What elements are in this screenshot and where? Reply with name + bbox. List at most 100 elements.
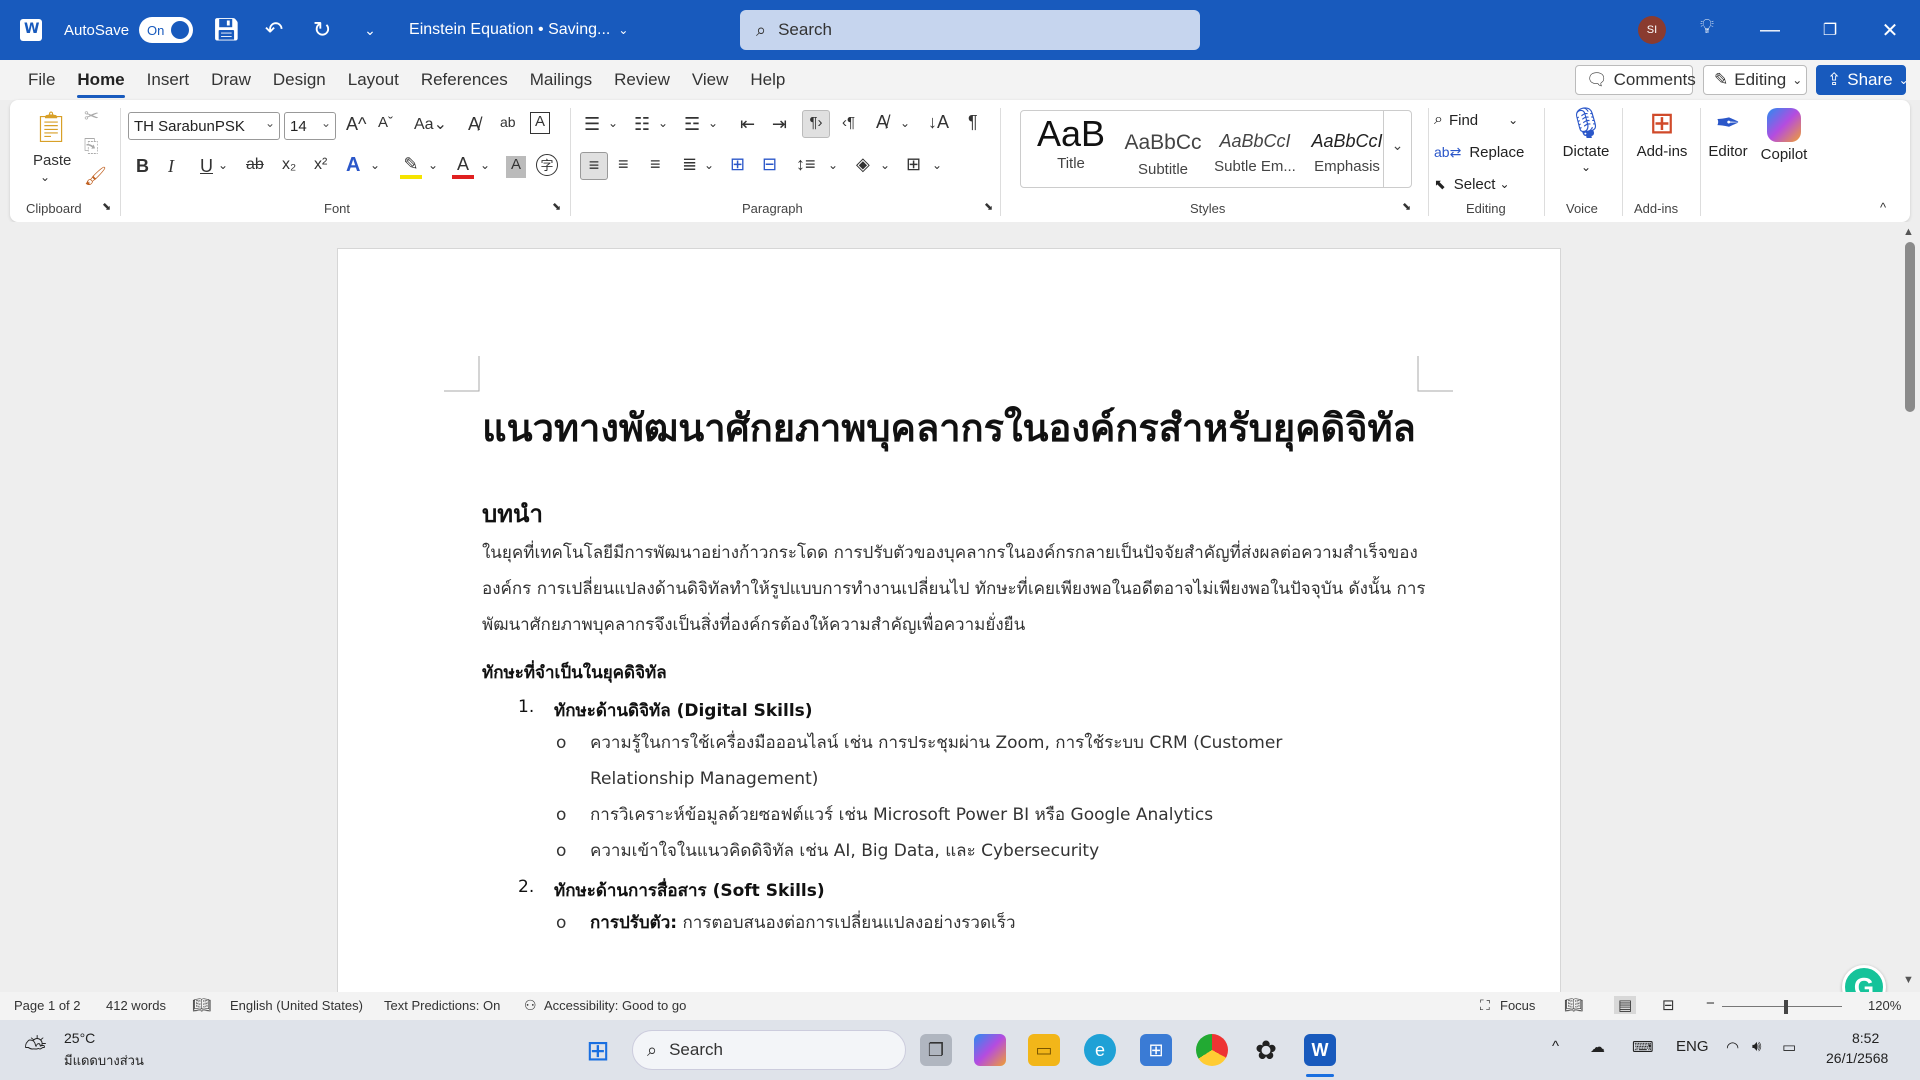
volume-icon[interactable]: 🔊︎	[1752, 1038, 1761, 1055]
shrink-font-icon[interactable]: Aˇ	[378, 114, 393, 131]
chevron-down-icon[interactable]: ⌄	[708, 116, 718, 130]
show-formatting-icon[interactable]: ¶	[968, 112, 978, 133]
tab-insert[interactable]: Insert	[147, 64, 190, 96]
list-item[interactable]: o ความเข้าใจในแนวคิดดิจิทัล เช่น AI, Big…	[556, 833, 1099, 869]
chevron-down-icon[interactable]: ⌄	[900, 116, 910, 130]
chevron-down-icon[interactable]: ⌄	[608, 116, 618, 130]
chevron-down-icon[interactable]: ⌄	[932, 158, 942, 172]
enclose-characters-icon[interactable]: 字	[536, 154, 558, 176]
tab-references[interactable]: References	[421, 64, 508, 96]
tab-design[interactable]: Design	[273, 64, 326, 96]
sort-icon[interactable]: ↓A	[928, 112, 949, 133]
cut-icon[interactable]: ✂	[84, 106, 99, 127]
replace-button[interactable]: ab⇄ Replace	[1434, 138, 1534, 166]
list-item[interactable]: o การวิเคราะห์ข้อมูลด้วยซอฟต์แวร์ เช่น M…	[556, 797, 1213, 833]
file-explorer-icon[interactable]: ▭	[1028, 1034, 1060, 1066]
battery-icon[interactable]: ▭	[1782, 1038, 1796, 1056]
taskbar-search[interactable]: ⌕ Search	[632, 1030, 906, 1070]
proofing-icon[interactable]: 📖︎	[192, 996, 211, 1014]
autosave-toggle[interactable]: On	[139, 17, 194, 43]
store-icon[interactable]: ⊞	[1140, 1034, 1172, 1066]
skills-heading[interactable]: ทักษะที่จำเป็นในยุคดิจิทัล	[482, 659, 667, 686]
font-size-box[interactable]: 14 ⌄	[284, 112, 336, 140]
word-taskbar-icon[interactable]: W	[1304, 1034, 1336, 1066]
keyboard-icon[interactable]: ⌨	[1632, 1038, 1654, 1056]
restore-button[interactable]: ❐	[1800, 0, 1860, 60]
align-left-icon[interactable]: ≡	[580, 152, 608, 180]
bold-icon[interactable]: B	[136, 156, 149, 177]
accessibility-status[interactable]: Accessibility: Good to go	[544, 998, 686, 1013]
intro-paragraph[interactable]: ในยุคที่เทคโนโลยีมีการพัฒนาอย่างก้าวกระโ…	[482, 535, 1427, 643]
zoom-level[interactable]: 120%	[1868, 998, 1901, 1013]
chevron-down-icon[interactable]: ⌄	[658, 116, 668, 130]
ltr-icon[interactable]: ¶›	[802, 110, 830, 138]
tab-view[interactable]: View	[692, 64, 729, 96]
clear-formatting-icon[interactable]: A̸	[468, 114, 480, 135]
editor-button[interactable]: ✒ Editor	[1700, 106, 1756, 186]
tab-file[interactable]: File	[28, 64, 55, 96]
numbering-icon[interactable]: ☷	[634, 114, 650, 135]
onedrive-icon[interactable]: ☁	[1590, 1038, 1605, 1056]
print-layout-icon[interactable]: ▤	[1614, 996, 1637, 1014]
collapse-ribbon-icon[interactable]: ^	[1880, 200, 1886, 215]
scroll-down-icon[interactable]: ▼	[1903, 974, 1914, 986]
list-item-continuation[interactable]: Relationship Management)	[590, 761, 818, 797]
zoom-slider[interactable]	[1722, 1006, 1842, 1007]
list-item[interactable]: o การปรับตัว: การตอบสนองต่อการเปลี่ยนแปล…	[556, 905, 1016, 941]
task-view-icon[interactable]: ❐	[920, 1034, 952, 1066]
intro-heading[interactable]: บทนำ	[482, 494, 543, 533]
read-mode-icon[interactable]: 📖︎	[1564, 996, 1583, 1014]
font-name-box[interactable]: TH SarabunPSK ⌄	[128, 112, 280, 140]
input-language[interactable]: ENG	[1676, 1038, 1709, 1055]
copilot-button[interactable]: Copilot	[1754, 106, 1814, 186]
chrome-icon[interactable]	[1196, 1034, 1228, 1066]
increase-indent-icon[interactable]: ⇥	[772, 114, 787, 135]
paste-icon[interactable]: 📋︎	[32, 110, 70, 150]
copilot-taskbar-icon[interactable]	[974, 1034, 1006, 1066]
italic-icon[interactable]: I	[168, 156, 174, 177]
chevron-down-icon[interactable]: ⌄	[880, 158, 890, 172]
font-color-icon[interactable]: A	[452, 154, 474, 179]
style-subtle-emphasis[interactable]: AaBbCcI Subtle Em...	[1209, 111, 1301, 187]
lightbulb-icon[interactable]: 💡︎	[1700, 16, 1714, 39]
chevron-down-icon[interactable]: ⌄	[828, 158, 838, 172]
page-count[interactable]: Page 1 of 2	[14, 998, 81, 1013]
chatgpt-icon[interactable]: ✿	[1250, 1034, 1282, 1066]
focus-button[interactable]: Focus	[1500, 998, 1535, 1013]
chevron-down-icon[interactable]: ⌄	[370, 158, 380, 172]
grow-font-icon[interactable]: A^	[346, 114, 366, 135]
shading-icon[interactable]: ◈	[856, 154, 870, 175]
phonetic-guide-icon[interactable]: ab	[500, 114, 516, 130]
chevron-down-icon[interactable]: ⌄	[428, 158, 438, 172]
style-title[interactable]: AaB Title	[1025, 111, 1117, 187]
list-item[interactable]: o ความรู้ในการใช้เครื่องมือออนไลน์ เช่น …	[556, 725, 1282, 761]
chevron-down-icon[interactable]: ⌄	[218, 158, 228, 172]
editing-mode-button[interactable]: ✎ Editing ⌄	[1703, 65, 1807, 95]
select-button[interactable]: ⬉ Select ⌄	[1434, 170, 1534, 198]
avatar[interactable]: SI	[1638, 16, 1666, 44]
dictate-button[interactable]: 🎙︎ Dictate ⌄	[1556, 106, 1616, 196]
document-title[interactable]: Einstein Equation • Saving...	[409, 21, 610, 39]
document-page[interactable]: แนวทางพัฒนาศักยภาพบุคลากรในองค์กรสำหรับย…	[337, 248, 1561, 992]
asian-layout-icon[interactable]: A̸	[876, 112, 888, 133]
character-border-icon[interactable]: A	[530, 112, 550, 134]
weather-description[interactable]: มีแดดบางส่วน	[64, 1050, 144, 1071]
scrollbar-thumb[interactable]	[1905, 242, 1915, 412]
decrease-indent-icon[interactable]: ⇤	[740, 114, 755, 135]
paste-label[interactable]: Paste	[33, 152, 71, 169]
align-center-icon[interactable]: ≡	[618, 154, 629, 175]
save-icon[interactable]: 💾︎	[211, 17, 241, 43]
tab-draw[interactable]: Draw	[211, 64, 251, 96]
word-count[interactable]: 412 words	[106, 998, 166, 1013]
scroll-up-icon[interactable]: ▲	[1903, 226, 1914, 238]
tab-review[interactable]: Review	[614, 64, 670, 96]
bullets-icon[interactable]: ☰	[584, 114, 600, 135]
web-layout-icon[interactable]: ⊟	[1662, 996, 1675, 1014]
chevron-down-icon[interactable]: ⌄	[40, 170, 50, 184]
addins-button[interactable]: ⊞ Add-ins	[1624, 106, 1700, 186]
text-predictions-status[interactable]: Text Predictions: On	[384, 998, 500, 1013]
copy-icon[interactable]: ⎘	[84, 136, 98, 157]
justify-icon[interactable]: ≣	[682, 154, 697, 175]
dialog-launcher-icon[interactable]: ⬊	[984, 200, 993, 213]
start-icon[interactable]: ⊞	[582, 1034, 614, 1066]
